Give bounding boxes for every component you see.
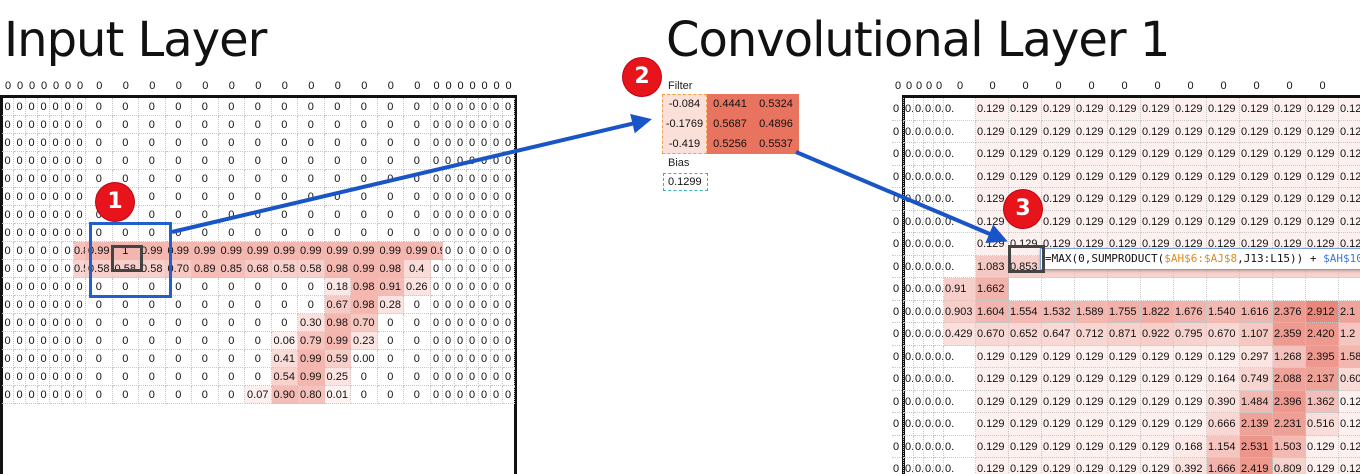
step-2-badge: 2 [623,58,661,96]
step-1-badge: 1 [96,183,134,221]
cnn-diagram: Input Layer Convolutional Layer 1 000000… [0,0,1360,474]
arrow-filter-to-output [795,150,1008,243]
flow-arrows [171,113,1008,243]
arrow-input-to-filter [171,113,652,234]
step-3-badge: 3 [1004,190,1042,228]
